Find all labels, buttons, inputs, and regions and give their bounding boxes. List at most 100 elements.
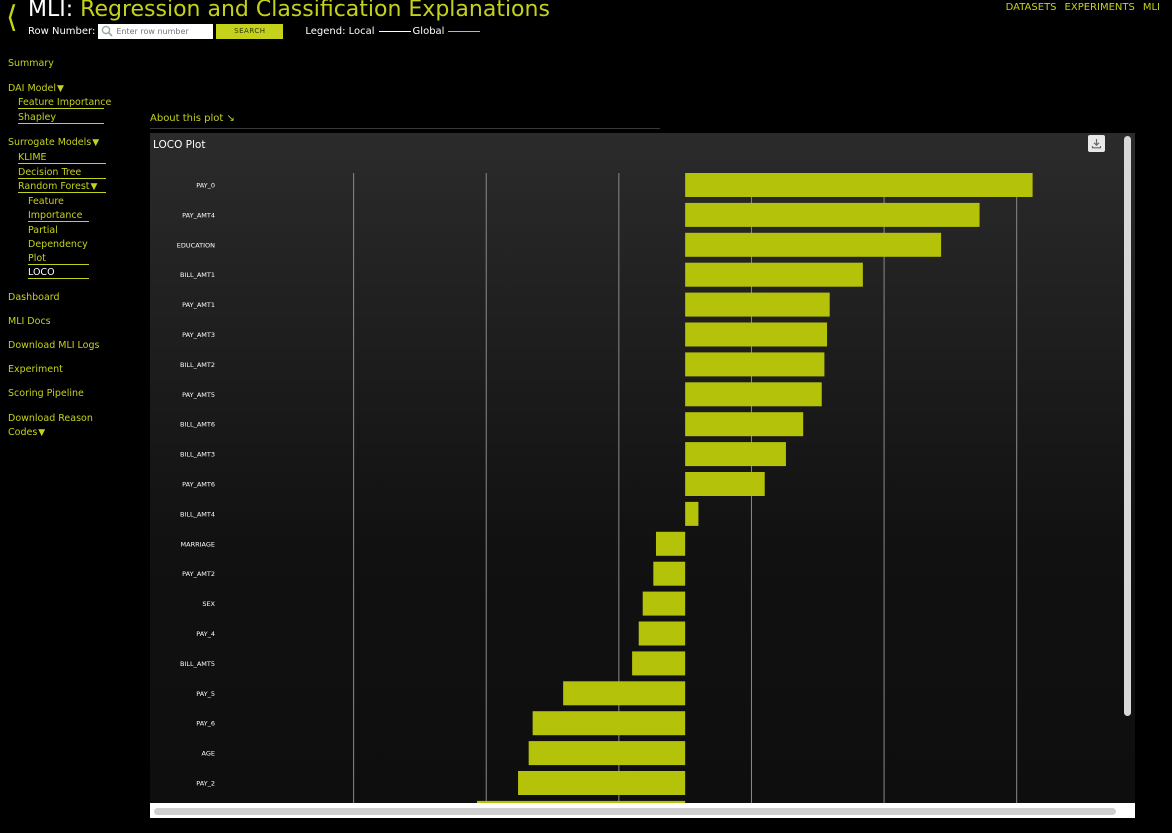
triangle-down-icon: ▼ <box>57 84 64 94</box>
bar-pay-amt5[interactable] <box>685 382 822 407</box>
tick-label-pay-amt3: PAY_AMT3 <box>182 331 215 339</box>
tick-label-bill-amt6: BILL_AMT6 <box>180 421 215 429</box>
triangle-down-icon: ▼ <box>90 182 98 192</box>
tick-label-pay-amt4: PAY_AMT4 <box>182 211 215 219</box>
bar-bill-amt3[interactable] <box>685 442 786 467</box>
tick-label-bill-amt5: BILL_AMT5 <box>180 660 215 668</box>
bar-bill-amt6[interactable] <box>685 412 804 437</box>
sidebar-item-dai-model[interactable]: DAI Model▼ <box>8 83 64 94</box>
sidebar-item-download-reason-codes[interactable]: Download Reason <box>8 413 93 424</box>
bar-pay-6[interactable] <box>532 711 686 736</box>
vertical-scrollbar[interactable] <box>1124 136 1131 716</box>
sidebar-item-summary[interactable]: Summary <box>8 58 54 69</box>
bar-pay-amt1[interactable] <box>685 292 830 317</box>
bar-pay-amt2[interactable] <box>653 561 686 586</box>
sidebar-item-shapley[interactable]: Shapley <box>18 112 104 124</box>
tick-label-bill-amt3: BILL_AMT3 <box>180 451 215 459</box>
sidebar-item-surrogate-models[interactable]: Surrogate Models▼ <box>8 137 99 148</box>
bar-marriage[interactable] <box>655 531 686 556</box>
search-icon <box>102 25 113 37</box>
bar-education[interactable] <box>685 232 942 257</box>
bar-bill-amt4[interactable] <box>685 501 699 526</box>
loco-chart: PAY_0 PAY_AMT4 EDUCATION BILL_AMT1 PAY_AMT1 P… <box>177 173 1033 803</box>
sidebar-item-loco[interactable]: LOCO <box>28 267 89 279</box>
arrow-down-right-icon: ↘ <box>226 113 235 124</box>
tick-label-bill-amt2: BILL_AMT2 <box>180 361 215 369</box>
bar-bill-amt2[interactable] <box>685 352 825 377</box>
legend: Legend: Local Global <box>305 25 481 37</box>
tick-label-education: EDUCATION <box>177 241 215 249</box>
tick-label-marriage: MARRIAGE <box>181 540 215 548</box>
title-text: Regression and Classification Explanatio… <box>80 0 550 22</box>
tick-label-pay-4: PAY_4 <box>196 630 215 638</box>
row-number-input[interactable] <box>113 24 213 38</box>
tick-label-age: AGE <box>202 750 215 758</box>
tick-label-bill-amt1: BILL_AMT1 <box>180 271 215 279</box>
sidebar-item-rf-dependency[interactable]: Dependency <box>28 239 88 250</box>
about-label: About this plot <box>150 113 224 124</box>
legend-local-line <box>378 30 411 32</box>
triangle-down-icon: ▼ <box>92 138 100 148</box>
sidebar-reason-codes-label: Codes <box>8 427 38 438</box>
nav-experiments[interactable]: EXPERIMENTS <box>1065 2 1135 13</box>
bar-pay-amt3[interactable] <box>685 322 828 347</box>
back-chevron-icon[interactable]: ⟨ <box>6 3 18 33</box>
page-title: MLI: Regression and Classification Expla… <box>28 0 550 23</box>
sidebar-item-rf-plot[interactable]: Plot <box>28 253 89 265</box>
loco-plot-panel: PAY_0 PAY_AMT4 EDUCATION BILL_AMT1 PAY_AMT1 P… <box>150 133 1135 818</box>
top-nav: DATASETS EXPERIMENTS MLI <box>1006 2 1160 13</box>
title-prefix: MLI: <box>28 0 74 22</box>
sidebar-item-decision-tree[interactable]: Decision Tree <box>18 167 106 179</box>
row-search-bar: Row Number: SEARCH Legend: Local Global <box>28 23 481 39</box>
nav-mli[interactable]: MLI <box>1143 2 1160 13</box>
legend-global-line <box>448 30 481 32</box>
bar-bill-amt1[interactable] <box>685 262 863 287</box>
sidebar-item-reason-codes[interactable]: Codes▼ <box>8 427 45 438</box>
bar-age[interactable] <box>528 741 686 766</box>
horizontal-scrollbar[interactable] <box>154 808 1116 815</box>
tick-label-pay-0: PAY_0 <box>196 182 215 190</box>
sidebar-item-rf-partial[interactable]: Partial <box>28 225 58 236</box>
about-this-plot-link[interactable]: About this plot ↘ <box>150 113 235 124</box>
bar-pay-4[interactable] <box>638 621 686 646</box>
panel-title: LOCO Plot <box>153 139 206 151</box>
bar-sex[interactable] <box>642 591 686 616</box>
row-number-field[interactable] <box>98 23 214 39</box>
sidebar-item-rf-importance[interactable]: Importance <box>28 210 89 222</box>
bar-bill-amt5[interactable] <box>632 651 686 676</box>
sidebar-item-download-logs[interactable]: Download MLI Logs <box>8 340 99 351</box>
bar-pay-0[interactable] <box>685 173 1033 197</box>
search-button[interactable]: SEARCH <box>216 23 284 39</box>
bar-pay-amt4[interactable] <box>685 202 980 227</box>
legend-local-label: Legend: Local <box>305 25 375 37</box>
row-number-label: Row Number: <box>28 25 96 37</box>
sidebar-item-random-forest[interactable]: Random Forest▼ <box>18 181 106 193</box>
tick-label-pay-amt6: PAY_AMT6 <box>182 481 215 489</box>
sidebar-random-forest-label: Random Forest <box>18 181 90 192</box>
sidebar-item-experiment[interactable]: Experiment <box>8 364 63 375</box>
sidebar-item-scoring-pipeline[interactable]: Scoring Pipeline <box>8 388 84 399</box>
bar-pay-amt6[interactable] <box>685 472 765 496</box>
tick-label-pay-2: PAY_2 <box>196 780 215 788</box>
download-button[interactable] <box>1088 135 1105 152</box>
nav-datasets[interactable]: DATASETS <box>1006 2 1057 13</box>
bar-pay-2[interactable] <box>518 771 686 795</box>
sidebar-item-rf-feature[interactable]: Feature <box>28 196 64 207</box>
legend-global-label: Global <box>412 25 445 37</box>
sidebar-item-dashboard[interactable]: Dashboard <box>8 292 60 303</box>
bar-pay-5[interactable] <box>563 681 686 706</box>
tick-label-pay-amt1: PAY_AMT1 <box>182 301 215 309</box>
sidebar-item-mli-docs[interactable]: MLI Docs <box>8 316 51 327</box>
tick-label-pay-amt5: PAY_AMT5 <box>182 391 215 399</box>
triangle-down-icon: ▼ <box>38 428 46 438</box>
sidebar-item-feature-importance[interactable]: Feature Importance <box>18 97 111 109</box>
tick-label-pay-5: PAY_5 <box>196 690 215 698</box>
tick-label-pay-6: PAY_6 <box>196 720 215 728</box>
sidebar-item-klime[interactable]: KLIME <box>18 152 106 164</box>
sidebar-dai-model-label: DAI Model <box>8 83 56 94</box>
download-icon <box>1091 139 1102 149</box>
tick-label-bill-amt4: BILL_AMT4 <box>180 510 215 518</box>
tick-label-sex: SEX <box>202 600 215 608</box>
sidebar-surrogate-label: Surrogate Models <box>8 137 92 148</box>
tick-label-pay-amt2: PAY_AMT2 <box>182 570 215 578</box>
